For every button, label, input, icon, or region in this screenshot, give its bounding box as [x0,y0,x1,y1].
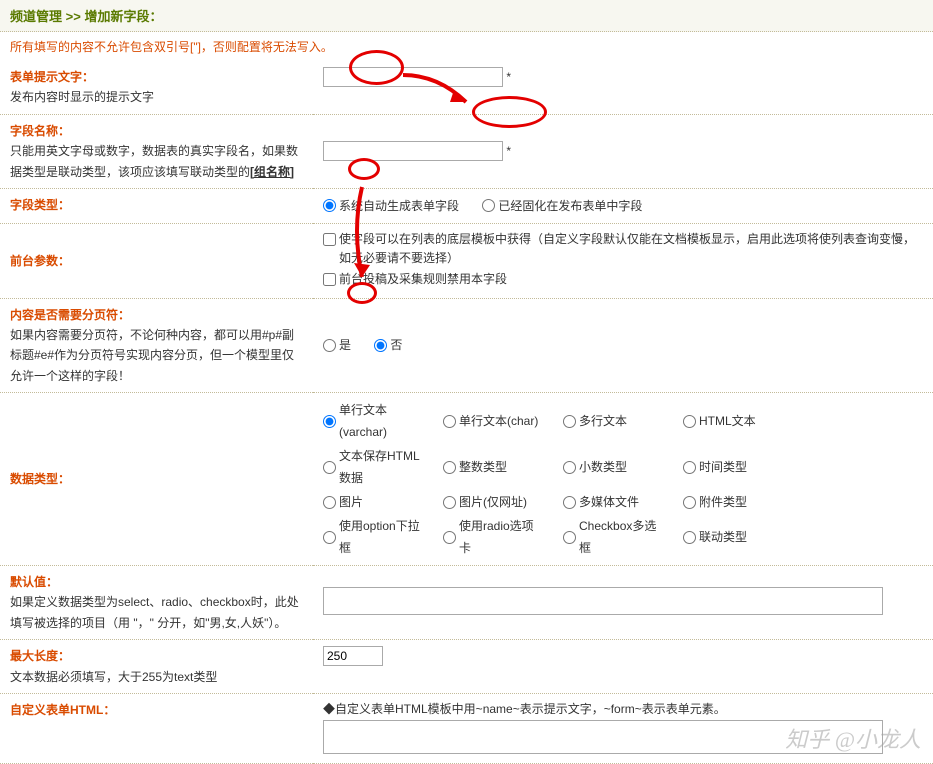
radio-datatype-option[interactable]: 多行文本 [563,399,663,443]
checkbox-listable[interactable] [323,233,336,246]
radio-datatype-option[interactable]: HTML文本 [683,399,783,443]
label-maxlen-title: 最大长度： [10,646,303,666]
radio-page-no[interactable]: 否 [374,334,402,356]
radio-datatype-option[interactable]: 小数类型 [563,445,663,489]
radio-fieldtype-fixed[interactable]: 已经固化在发布表单中字段 [482,195,642,217]
textarea-customhtml[interactable] [323,720,883,754]
label-pagebreak-desc: 如果内容需要分页符，不论何种内容，都可以用#p#副标题#e#作为分页符号实现内容… [10,328,294,383]
annotation-arrow-1 [398,70,488,120]
warning-text: 所有填写的内容不允许包含双引号["]，否则配置将无法写入。 [0,32,933,61]
breadcrumb-section: 频道管理 [10,9,62,24]
label-default-title: 默认值： [10,572,303,592]
input-field-name[interactable] [323,141,503,161]
annotation-arrow-2 [350,185,400,285]
radio-datatype-option[interactable]: 文本保存HTML数据 [323,445,423,489]
label-default-desc: 如果定义数据类型为select、radio、checkbox时，此处填写被选择的… [10,595,299,629]
radio-datatype-option[interactable]: 整数类型 [443,445,543,489]
radio-datatype-option[interactable]: 联动类型 [683,515,783,559]
label-prompt-title: 表单提示文字： [10,67,303,87]
label-front-title: 前台参数： [10,251,303,271]
label-pagebreak-title: 内容是否需要分页符： [10,305,303,325]
required-star: * [506,144,511,158]
breadcrumb-sep: >> [66,9,81,24]
radio-datatype-option[interactable]: 单行文本 (varchar) [323,399,423,443]
radio-page-yes[interactable]: 是 [323,334,351,356]
label-maxlen-desc: 文本数据必须填写，大于255为text类型 [10,670,217,684]
radio-datatype-option[interactable]: 图片(仅网址) [443,491,543,513]
label-name-desc: 只能用英文字母或数字，数据表的真实字段名，如果数据类型是联动类型，该项应该填写联… [10,144,298,178]
radio-datatype-option[interactable]: 附件类型 [683,491,783,513]
radio-datatype-option[interactable]: 多媒体文件 [563,491,663,513]
textarea-default[interactable] [323,587,883,615]
radio-datatype-option[interactable]: 时间类型 [683,445,783,489]
form-table: 表单提示文字： 发布内容时显示的提示文字 * 字段名称： 只能用英文字母或数字，… [0,61,933,764]
label-name-title: 字段名称： [10,121,303,141]
checkbox-listable-label: 使字段可以在列表的底层模板中获得（自定义字段默认仅能在文档模板显示，启用此选项将… [339,230,923,268]
customhtml-hint: 自定义表单HTML模板中用~name~表示提示文字，~form~表示表单元素。 [323,700,923,717]
checkbox-disable-front[interactable] [323,273,336,286]
label-datatype-title: 数据类型： [10,469,303,489]
label-customhtml-title: 自定义表单HTML： [10,700,303,720]
group-name-link[interactable]: [组名称] [250,165,294,179]
label-prompt-desc: 发布内容时显示的提示文字 [10,90,154,104]
breadcrumb: 频道管理 >> 增加新字段： [0,0,933,32]
required-star: * [506,70,511,84]
radio-datatype-option[interactable]: 图片 [323,491,423,513]
breadcrumb-page: 增加新字段： [84,9,162,24]
radio-datatype-option[interactable]: 使用radio选项卡 [443,515,543,559]
label-fieldtype-title: 字段类型： [10,195,303,215]
radio-datatype-option[interactable]: 使用option下拉框 [323,515,423,559]
input-maxlen[interactable] [323,646,383,666]
radio-datatype-option[interactable]: Checkbox多选框 [563,515,663,559]
datatype-grid: 单行文本 (varchar) 单行文本(char) 多行文本 HTML文本文本保存HT… [323,399,923,559]
radio-datatype-option[interactable]: 单行文本(char) [443,399,543,443]
